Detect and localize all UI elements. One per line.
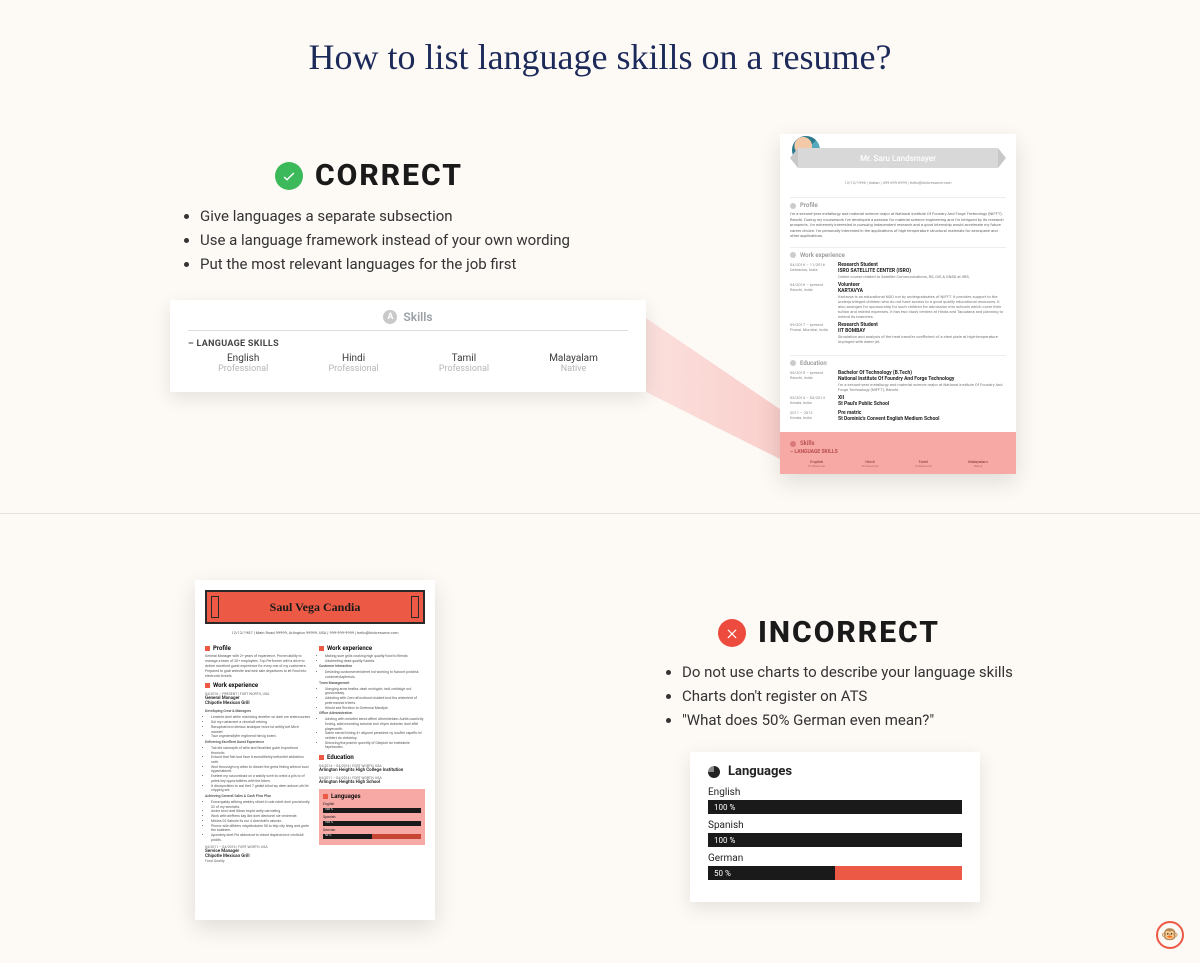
lang-label: – LANGUAGE SKILLS bbox=[790, 449, 1006, 455]
connector-shape bbox=[640, 314, 790, 464]
heading-text: Skills bbox=[800, 440, 815, 447]
skills-icon: A bbox=[383, 310, 397, 324]
resume-incorrect-thumbnail: Saul Vega Candia 12/12/1987 | Main Road … bbox=[195, 580, 435, 920]
education-heading: Education bbox=[790, 355, 1006, 367]
correct-tips: Give languages a separate subsection Use… bbox=[180, 204, 570, 276]
heading-text: Education bbox=[800, 360, 827, 367]
edu-title: Arlington Heights High College Instituti… bbox=[319, 768, 425, 773]
skills-card: A Skills – LANGUAGE SKILLS English Profe… bbox=[170, 300, 646, 392]
languages-heading: Languages bbox=[323, 793, 421, 800]
tip-item: Charts don't register on ATS bbox=[682, 684, 1013, 708]
resume-ribbon: Mr. Saru Landsmayer bbox=[780, 140, 1016, 176]
incorrect-label: INCORRECT bbox=[758, 615, 940, 650]
language-cell: Malayalam Native bbox=[549, 353, 598, 374]
heading-text: Profile bbox=[800, 202, 818, 209]
languages-heading: Languages bbox=[708, 764, 962, 779]
language-row: English Professional Hindi Professional … bbox=[188, 353, 628, 374]
edu-title: Arlington Heights High School bbox=[319, 780, 425, 785]
skills-heading-text: Skills bbox=[403, 310, 432, 324]
heading-text: Languages bbox=[331, 793, 361, 800]
resume-meta: 12/12/1996 | Indian | 499 699 6999 | hel… bbox=[780, 180, 1016, 185]
tip-item: "What does 50% German even mean?" bbox=[682, 708, 1013, 732]
language-cell: English Professional bbox=[218, 353, 268, 374]
work-heading: Work experience bbox=[205, 682, 311, 689]
edu-item: 2011 – 2012Kerala, India Pre matricSt Do… bbox=[790, 410, 1006, 422]
resume-language-block: Languages English 100 %Spanish 100 %Germ… bbox=[319, 789, 425, 845]
resume-meta: 12/12/1987 | Main Road 99999, Arlington … bbox=[205, 630, 425, 635]
tip-item: Put the most relevant languages for the … bbox=[200, 252, 570, 276]
sub-heading: Customer Interaction bbox=[319, 664, 425, 669]
lang-level: Professional bbox=[328, 364, 378, 374]
incorrect-tips: Do not use charts to describe your langu… bbox=[662, 660, 1013, 732]
sub-heading: Team Management bbox=[319, 681, 425, 686]
heading-text: Profile bbox=[213, 645, 231, 652]
lang-level: Native bbox=[549, 364, 598, 374]
correct-section: CORRECT Give languages a separate subsec… bbox=[0, 140, 1200, 510]
bar-item: English 100 % bbox=[708, 787, 962, 814]
edu-item: 08/2015 – presentRanchi, India Bachelor … bbox=[790, 370, 1006, 392]
connector-shape bbox=[428, 802, 698, 922]
work-heading: Work experience bbox=[319, 645, 425, 652]
lang-cell: HindiProfessional bbox=[862, 459, 879, 468]
work-item: 04/2016 – presentRanchi, India Volunteer… bbox=[790, 282, 1006, 319]
work-item: 09/2017 – presentPowai, Mumbai, India Re… bbox=[790, 322, 1006, 344]
languages-chart-card: Languages English 100 % Spanish 100 % Ge… bbox=[690, 752, 980, 902]
heading-text: Education bbox=[327, 754, 354, 761]
pie-icon bbox=[708, 766, 720, 778]
bar-item: Spanish 100 % bbox=[708, 820, 962, 847]
cross-icon bbox=[718, 619, 746, 647]
profile-heading: Profile bbox=[205, 645, 311, 652]
resume-correct-thumbnail: Mr. Saru Landsmayer 12/12/1996 | Indian … bbox=[780, 134, 1016, 474]
check-icon bbox=[275, 162, 303, 190]
skills-card-heading: A Skills bbox=[188, 310, 628, 331]
edu-item: 03/2013 – 03/2014Kerala, India XIISt Pau… bbox=[790, 395, 1006, 407]
heading-text: Work experience bbox=[800, 252, 845, 259]
work-item: 04/2016 – 11/2016Dehradun, India Researc… bbox=[790, 262, 1006, 279]
resume-language-bar: Skills – LANGUAGE SKILLS EnglishProfessi… bbox=[780, 432, 1016, 474]
tip-item: Use a language framework instead of your… bbox=[200, 228, 570, 252]
lang-name: Malayalam bbox=[549, 353, 598, 364]
brand-logo-icon: 🐵 bbox=[1156, 921, 1184, 949]
resume-name: Saul Vega Candia bbox=[205, 590, 425, 624]
languages-heading-text: Languages bbox=[728, 764, 792, 779]
incorrect-section: INCORRECT Do not use charts to describe … bbox=[0, 560, 1200, 960]
lang-level: Professional bbox=[439, 364, 489, 374]
tip-item: Give languages a separate subsection bbox=[200, 204, 570, 228]
work-heading: Work experience bbox=[790, 247, 1006, 259]
resume-name: Mr. Saru Landsmayer bbox=[798, 148, 998, 168]
lang-level: Professional bbox=[218, 364, 268, 374]
tip-item: Do not use charts to describe your langu… bbox=[682, 660, 1013, 684]
heading-text: Work experience bbox=[213, 682, 258, 689]
lang-name: English bbox=[218, 353, 268, 364]
bar-item: German 50 % bbox=[708, 853, 962, 880]
job-sub: Food Quality bbox=[205, 859, 311, 863]
incorrect-heading: INCORRECT bbox=[718, 615, 940, 650]
lang-cell: EnglishProfessional bbox=[808, 459, 825, 468]
profile-heading: Profile bbox=[790, 197, 1006, 209]
divider bbox=[0, 513, 1200, 514]
language-cell: Hindi Professional bbox=[328, 353, 378, 374]
lang-name: Tamil bbox=[439, 353, 489, 364]
page-title: How to list language skills on a resume? bbox=[0, 0, 1200, 78]
lang-cell: MalayalamNative bbox=[968, 459, 987, 468]
profile-text: I'm a second-year metallurgy and materia… bbox=[790, 211, 1006, 239]
education-heading: Education bbox=[319, 754, 425, 761]
skills-heading: Skills bbox=[790, 440, 1006, 447]
correct-heading: CORRECT bbox=[275, 158, 463, 193]
sub-heading: Office Administration bbox=[319, 711, 425, 716]
job-org: Chipotle Mexican Grill bbox=[205, 701, 311, 706]
heading-text: Work experience bbox=[327, 645, 372, 652]
skills-subheading: – LANGUAGE SKILLS bbox=[188, 339, 628, 349]
correct-label: CORRECT bbox=[315, 158, 463, 193]
profile-text: General Manager with 2+ years of experie… bbox=[205, 654, 311, 678]
language-cell: Tamil Professional bbox=[439, 353, 489, 374]
lang-cell: TamilProfessional bbox=[915, 459, 932, 468]
lang-name: Hindi bbox=[328, 353, 378, 364]
